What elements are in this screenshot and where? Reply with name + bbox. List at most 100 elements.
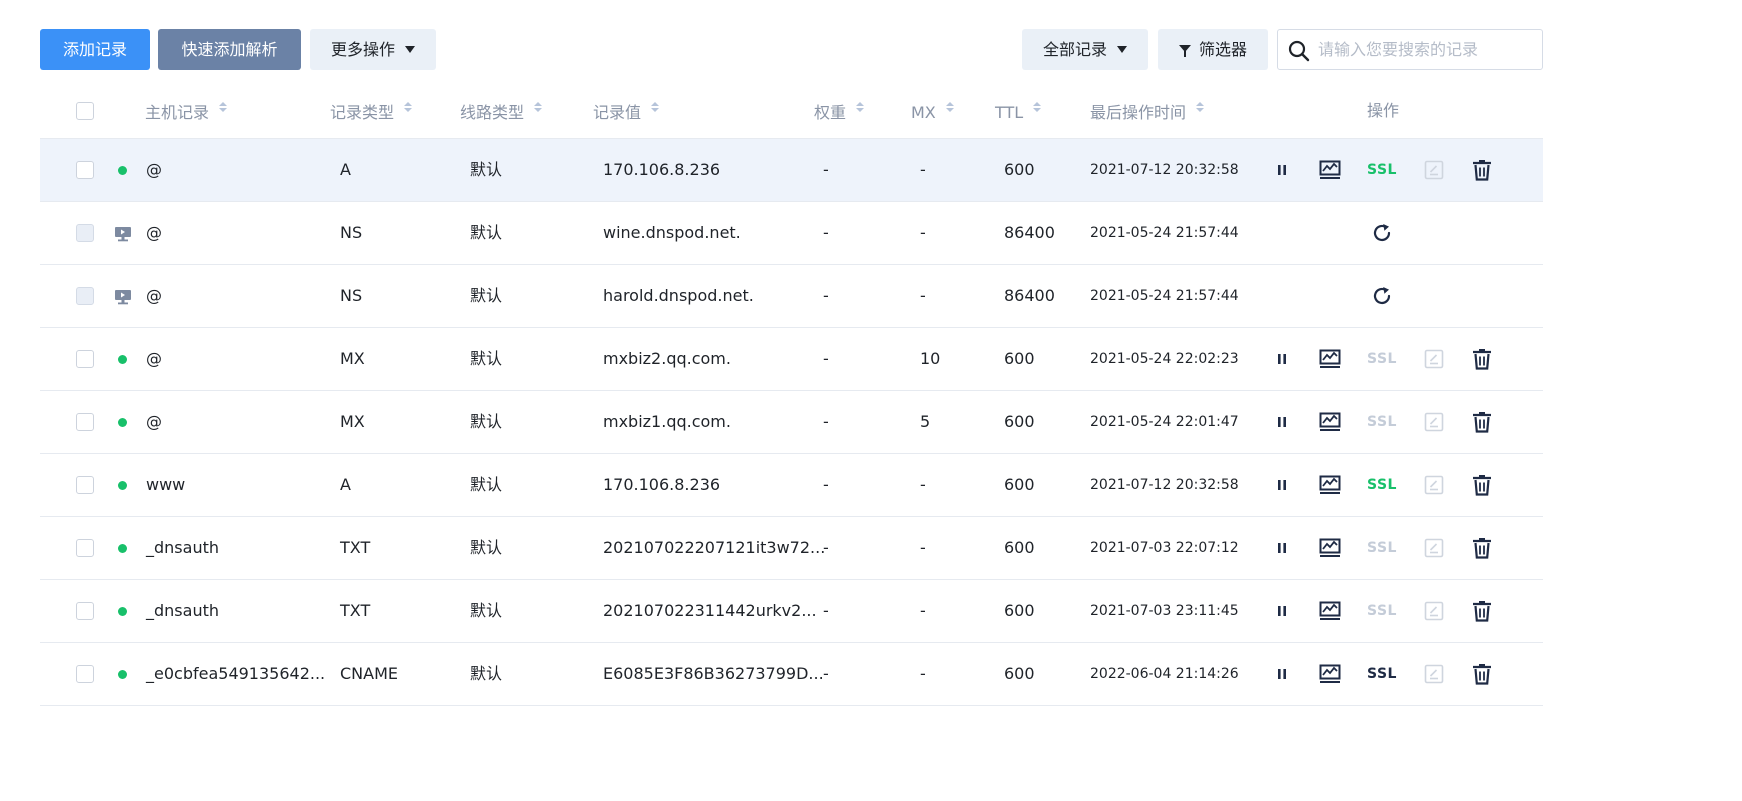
column-type-label: 记录类型 [330,103,395,122]
trash-icon[interactable] [1470,580,1494,642]
sort-icon [856,102,865,114]
cell-type: MX [340,412,365,431]
trash-icon[interactable] [1470,139,1494,201]
cell-line: 默认 [470,412,503,431]
cell-time: 2021-07-12 20:32:58 [1090,162,1239,178]
cell-time: 2021-05-24 22:01:47 [1090,414,1239,430]
pause-icon[interactable] [1270,454,1294,516]
add-record-button[interactable]: 添加记录 [40,29,150,70]
column-ttl[interactable]: TTL [995,83,1042,138]
column-host[interactable]: 主机记录 [145,83,228,138]
search-box [1277,29,1543,70]
caret-down-icon [1117,46,1127,53]
monitor-icon[interactable] [1317,391,1343,453]
row-checkbox[interactable] [76,602,94,620]
refresh-icon[interactable] [1369,265,1395,327]
cell-host: @ [146,412,162,431]
all-records-dropdown[interactable]: 全部记录 [1022,29,1148,70]
cell-mx: 10 [920,349,941,368]
pause-icon[interactable] [1270,580,1294,642]
table-row: www A 默认 170.106.8.236 - - 600 2021-07-12 20:32… [40,454,1543,517]
row-checkbox[interactable] [76,539,94,557]
cell-line: 默认 [470,160,503,179]
edit-icon [1422,643,1446,705]
pause-icon[interactable] [1270,517,1294,579]
select-all-checkbox[interactable] [76,102,94,120]
cell-mx: - [920,475,926,494]
column-weight[interactable]: 权重 [814,83,865,138]
pause-icon[interactable] [1270,328,1294,390]
trash-icon[interactable] [1470,643,1494,705]
pause-icon[interactable] [1270,139,1294,201]
all-records-label: 全部记录 [1042,40,1107,59]
records-table: 主机记录 记录类型 线路类型 记录值 权重 MX TTL 最后操作时间 操作 @… [40,83,1543,706]
cell-line: 默认 [470,601,503,620]
column-line-label: 线路类型 [460,103,525,122]
cell-time: 2021-05-24 22:02:23 [1090,351,1239,367]
status-enabled-dot [118,355,127,364]
cell-weight: - [823,160,829,179]
cell-ttl: 86400 [1004,286,1055,305]
system-record-icon [114,226,132,246]
more-actions-label: 更多操作 [330,40,395,59]
column-line[interactable]: 线路类型 [460,83,543,138]
cell-host: _dnsauth [146,538,219,557]
cell-value: 170.106.8.236 [603,160,721,179]
monitor-icon[interactable] [1317,517,1343,579]
cell-line: 默认 [470,538,503,557]
row-checkbox[interactable] [76,350,94,368]
monitor-icon[interactable] [1317,643,1343,705]
trash-icon[interactable] [1470,517,1494,579]
column-type[interactable]: 记录类型 [330,83,413,138]
pause-icon[interactable] [1270,643,1294,705]
trash-icon[interactable] [1470,328,1494,390]
cell-ttl: 600 [1004,601,1035,620]
table-row: @ NS 默认 wine.dnspod.net. - - 86400 2021-05-24 2… [40,202,1543,265]
ssl-button[interactable]: SSL [1362,454,1402,516]
cell-time: 2021-07-03 22:07:12 [1090,540,1239,556]
column-actions: 操作 [1367,101,1400,120]
column-time-label: 最后操作时间 [1090,103,1187,122]
cell-type: MX [340,349,365,368]
column-value[interactable]: 记录值 [593,83,660,138]
row-checkbox[interactable] [76,476,94,494]
cell-weight: - [823,538,829,557]
cell-line: 默认 [470,349,503,368]
status-enabled-dot [118,607,127,616]
pause-icon[interactable] [1270,391,1294,453]
cell-host: @ [146,286,162,305]
cell-host: @ [146,223,162,242]
ssl-button[interactable]: SSL [1362,139,1402,201]
search-input[interactable] [1318,30,1533,69]
quick-add-button[interactable]: 快速添加解析 [158,29,301,70]
edit-icon [1422,328,1446,390]
row-checkbox[interactable] [76,665,94,683]
monitor-icon[interactable] [1317,580,1343,642]
column-weight-label: 权重 [814,103,847,122]
monitor-icon[interactable] [1317,454,1343,516]
column-mx[interactable]: MX [911,83,954,138]
cell-value: wine.dnspod.net. [603,223,741,242]
cell-weight: - [823,349,829,368]
cell-value: 202107022311442urkv2... [603,601,817,620]
table-row: _dnsauth TXT 默认 202107022311442urkv2... - -60… [40,580,1543,643]
trash-icon[interactable] [1470,454,1494,516]
table-row: @ MX 默认 mxbiz2.qq.com. - 10 600 2021-05-24 22:0… [40,328,1543,391]
refresh-icon[interactable] [1369,202,1395,264]
cell-value: 170.106.8.236 [603,475,721,494]
edit-icon [1422,139,1446,201]
sort-icon [1196,102,1205,114]
trash-icon[interactable] [1470,391,1494,453]
monitor-icon[interactable] [1317,328,1343,390]
cell-value: mxbiz1.qq.com. [603,412,731,431]
ssl-button[interactable]: SSL [1362,643,1402,705]
filter-button[interactable]: 筛选器 [1158,29,1268,70]
column-time[interactable]: 最后操作时间 [1090,83,1205,138]
row-checkbox[interactable] [76,413,94,431]
status-enabled-dot [118,166,127,175]
cell-weight: - [823,664,829,683]
row-checkbox[interactable] [76,161,94,179]
more-actions-dropdown[interactable]: 更多操作 [310,29,436,70]
edit-icon [1422,580,1446,642]
monitor-icon[interactable] [1317,139,1343,201]
